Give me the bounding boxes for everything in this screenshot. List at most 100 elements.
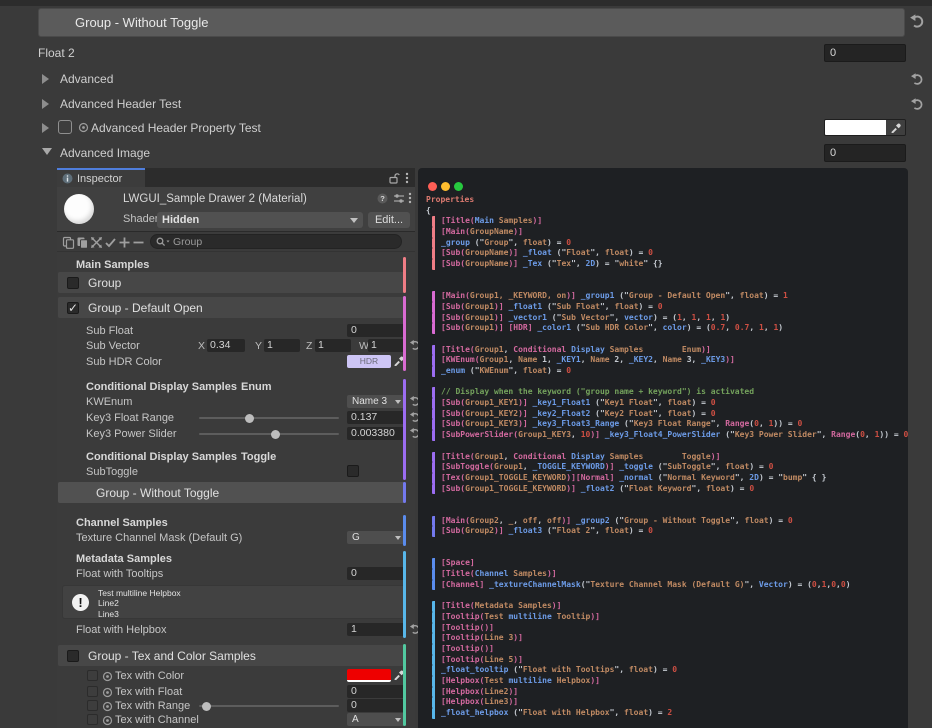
object-picker-icon[interactable] (102, 701, 113, 712)
object-picker-icon[interactable] (102, 687, 113, 698)
group-color-bar (403, 257, 406, 293)
window-zoom-dot[interactable] (454, 182, 463, 191)
foldout-arrow-icon[interactable] (42, 123, 49, 133)
group-toggle-checkbox[interactable] (67, 650, 79, 662)
section-header: Conditional Display Samples (86, 381, 237, 393)
object-picker-icon[interactable] (78, 122, 89, 133)
inspector-panel: Inspector LWGUI_Sample Drawer 2 (Materia… (57, 168, 415, 728)
code-line: [SubPowerSlider(Group1_KEY3, 10)] _key3_… (432, 430, 902, 441)
color-swatch[interactable] (347, 669, 391, 682)
kebab-menu-icon[interactable] (405, 172, 409, 184)
group-toggle-checkbox[interactable] (67, 277, 79, 289)
value-field[interactable]: 0 (347, 699, 405, 712)
vector-value-field[interactable]: 0.34 (207, 339, 245, 352)
shader-dropdown[interactable]: Hidden (157, 212, 363, 228)
object-picker-icon[interactable] (102, 671, 113, 682)
undo-icon[interactable] (909, 13, 925, 29)
color-swatch[interactable] (824, 119, 906, 136)
vector-value-field[interactable]: 1 (315, 339, 351, 352)
window-close-dot[interactable] (428, 182, 437, 191)
texture-slot[interactable] (87, 714, 98, 725)
group-without-toggle-header[interactable]: Group - Without Toggle (38, 8, 905, 37)
value-field[interactable]: 0 (347, 567, 405, 580)
plus-icon[interactable] (118, 236, 131, 249)
edit-shader-button[interactable]: Edit... (368, 212, 410, 228)
inspector-row: ! Test multiline HelpboxLine2Line3 (57, 585, 409, 619)
vector-axis-label: Z (306, 340, 312, 352)
object-picker-icon[interactable] (102, 701, 113, 712)
revert-button[interactable] (910, 97, 924, 111)
group-header[interactable]: Group (58, 272, 406, 293)
inspector-row: Key3 Power Slider 0.003380 (57, 427, 409, 441)
check-icon[interactable] (104, 236, 117, 249)
slider-thumb[interactable] (271, 430, 280, 439)
tab-inspector[interactable]: Inspector (57, 168, 145, 187)
group-header-label: Group - Without Toggle (75, 15, 208, 30)
texture-slot[interactable] (87, 686, 98, 697)
group-header[interactable]: ✓ Group - Default Open (58, 297, 406, 318)
property-test-checkbox[interactable] (58, 120, 72, 134)
toggle-checkbox[interactable] (347, 465, 359, 477)
slider-track[interactable] (199, 417, 339, 419)
paste-icon[interactable] (76, 236, 89, 249)
code-line: _float_helpbox ("Float with Helpbox", fl… (432, 708, 902, 719)
value-field[interactable]: 0 (347, 324, 405, 337)
revert-button[interactable] (909, 13, 925, 29)
copy-icon[interactable] (62, 236, 75, 249)
collapse-icon[interactable] (90, 236, 103, 249)
material-preview-thumbnail[interactable] (64, 194, 94, 224)
slider-track[interactable] (199, 705, 339, 707)
property-label: Advanced Header Test (60, 97, 181, 111)
search-input[interactable]: Group (150, 234, 402, 249)
help-icon[interactable]: ? (377, 193, 388, 204)
texture-slot[interactable] (87, 700, 98, 711)
code-line (432, 281, 902, 292)
group-header[interactable]: Group - Tex and Color Samples (58, 645, 406, 666)
foldout-arrow-icon[interactable] (42, 74, 49, 84)
undo-icon[interactable] (910, 97, 924, 111)
preset-icon[interactable] (393, 193, 405, 204)
object-picker-icon[interactable] (102, 671, 113, 682)
property-label: Sub HDR Color (86, 356, 162, 368)
float-value-field[interactable]: 0 (824, 44, 906, 62)
property-label: Advanced Image (60, 146, 150, 160)
slider-track[interactable] (199, 433, 339, 435)
float-value-field[interactable]: 0 (824, 144, 906, 162)
object-picker-icon[interactable] (102, 715, 113, 726)
value-field[interactable]: 1 (347, 623, 405, 636)
minus-icon[interactable] (132, 236, 145, 249)
undo-icon[interactable] (910, 72, 924, 86)
group-toggle-checkbox[interactable]: ✓ (67, 302, 79, 314)
revert-button[interactable] (910, 72, 924, 86)
foldout-arrow-icon[interactable] (42, 99, 49, 109)
value-field[interactable]: 0 (347, 685, 405, 698)
value-field[interactable]: 0.003380 (347, 427, 405, 440)
dropdown[interactable]: A (347, 713, 405, 726)
texture-slot[interactable] (87, 670, 98, 681)
property-label: Tex with Float (115, 686, 182, 698)
slider-thumb[interactable] (245, 414, 254, 423)
inspector-row: Conditional Display SamplesToggle (57, 450, 409, 463)
group-color-bar (403, 379, 406, 480)
dropdown[interactable]: Name 3 (347, 395, 405, 408)
eyedropper-button[interactable] (886, 120, 905, 135)
lock-icon[interactable] (388, 172, 400, 184)
object-picker-icon[interactable] (102, 715, 113, 726)
code-line: [Sub(Group1_KEY3)] _key3_Float3_Range ("… (432, 419, 902, 430)
kebab-menu-icon[interactable] (408, 192, 412, 204)
group-header[interactable]: Group - Without Toggle (58, 482, 406, 503)
vector-value-field[interactable]: 1 (264, 339, 300, 352)
code-line: [Sub(GroupName)] _float ("Float", float)… (432, 248, 902, 259)
color-swatch-white[interactable] (825, 120, 886, 135)
window-minimize-dot[interactable] (441, 182, 450, 191)
slider-thumb[interactable] (202, 702, 211, 711)
section-header: Channel Samples (76, 517, 168, 529)
object-picker-icon[interactable] (78, 122, 89, 133)
foldout-arrow-icon[interactable] (42, 148, 52, 155)
vector-value-field[interactable]: 1 (368, 339, 405, 352)
value-field[interactable]: 0.137 (347, 411, 405, 424)
code-line (432, 377, 902, 388)
hdr-color-swatch[interactable]: HDR (347, 355, 391, 368)
object-picker-icon[interactable] (102, 687, 113, 698)
dropdown[interactable]: G (347, 531, 405, 544)
